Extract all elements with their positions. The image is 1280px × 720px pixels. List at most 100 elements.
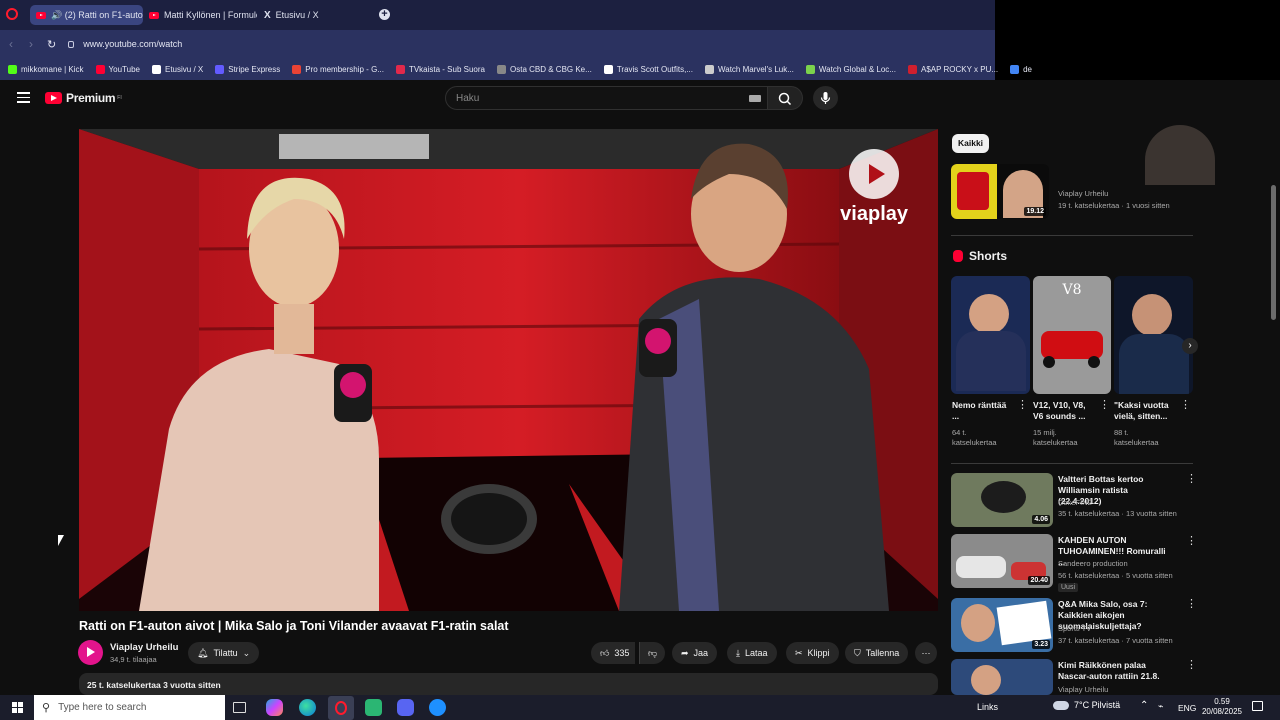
bookmark-item[interactable]: TVkaista - Sub Suora	[395, 64, 485, 74]
copilot-icon[interactable]	[266, 699, 283, 716]
discord-icon[interactable]	[397, 699, 414, 716]
channel-name[interactable]: Viaplay Urheilu	[110, 642, 178, 653]
video-player[interactable]: viaplay	[79, 129, 938, 611]
related-meta: 19 t. katselukertaa · 1 vuosi sitten	[1058, 201, 1170, 210]
browser-tab[interactable]: X Etusivu / X	[258, 5, 368, 25]
related-channel: Viaplay Urheilu	[1058, 685, 1109, 694]
related-title[interactable]: Kimi Räikkönen palaa Nascar-auton rattii…	[1058, 660, 1170, 682]
app-icon[interactable]	[429, 699, 446, 716]
network-icon[interactable]: ⌁	[1158, 701, 1163, 712]
shorts-icon	[953, 250, 963, 262]
new-tab-button[interactable]: +	[379, 9, 390, 20]
short-thumbnail[interactable]: V8	[1033, 276, 1111, 394]
more-icon[interactable]: ⋮	[1099, 400, 1110, 411]
short-views: 15 milj. katselukertaa	[1033, 428, 1078, 447]
related-channel: CokeFIN2	[1058, 498, 1092, 507]
more-icon[interactable]: ⋮	[1186, 474, 1197, 485]
menu-icon[interactable]	[17, 92, 30, 103]
bookmark-item[interactable]: Stripe Express	[215, 64, 280, 74]
kick-icon	[8, 64, 17, 74]
bookmark-item[interactable]: Etusivu / X	[151, 64, 203, 74]
cbd-icon	[497, 64, 506, 74]
clock[interactable]: 0.59 20/08/2025	[1200, 697, 1244, 717]
related-thumbnail[interactable]: 4.06	[951, 473, 1053, 527]
youtube-logo-icon	[45, 92, 62, 104]
voice-search-button[interactable]	[813, 86, 838, 110]
site-info-icon[interactable]	[68, 40, 75, 48]
search-button[interactable]	[768, 86, 803, 110]
chip-all[interactable]: Kaikki	[952, 134, 990, 153]
download-icon: ⤓	[736, 647, 740, 658]
bookmark-item[interactable]: YouTube	[95, 64, 140, 74]
bookmark-item[interactable]: Pro membership - G...	[292, 64, 384, 74]
taskbar-search-input[interactable]: ⚲ Type here to search	[34, 695, 225, 720]
download-button[interactable]: ⤓ Lataa	[727, 642, 777, 664]
divider	[951, 235, 1193, 236]
related-channel: Sportti TV	[1058, 624, 1092, 633]
related-thumbnail[interactable]	[951, 659, 1053, 695]
more-icon[interactable]: ⋮	[1186, 660, 1197, 671]
dislike-button[interactable]: 👎︎	[639, 642, 666, 664]
subscribe-button[interactable]: 🔔︎ Tilattu ⌄	[188, 642, 260, 664]
short-thumbnail[interactable]	[1114, 276, 1193, 394]
forward-icon[interactable]: ›	[29, 37, 33, 51]
related-thumbnail[interactable]: 19.12	[951, 164, 1049, 219]
bookmark-item[interactable]: A$AP ROCKY x PU...	[907, 64, 998, 74]
save-button[interactable]: ⛉ Tallenna	[845, 642, 909, 664]
browser-tab[interactable]: 🔊 (2) Ratti on F1-auton	[30, 5, 143, 25]
browser-tab[interactable]: Matti Kyllönen | Formulo	[143, 5, 257, 25]
bookmark-item[interactable]: Osta CBD & CBG Ke...	[497, 64, 592, 74]
clip-button[interactable]: ✂ Klippi	[786, 642, 839, 664]
notification-icon[interactable]	[1252, 701, 1263, 711]
like-button[interactable]: 👍︎ 335	[591, 642, 636, 664]
shorts-next-button[interactable]: ›	[1182, 338, 1198, 354]
global-icon	[805, 64, 815, 74]
reload-icon[interactable]: ↻	[47, 38, 56, 51]
mouse-cursor	[58, 535, 64, 546]
address-bar-row: ‹ › ↻ www.youtube.com/watch	[0, 30, 995, 58]
task-view-icon[interactable]	[233, 702, 246, 713]
channel-avatar[interactable]	[78, 640, 103, 665]
short-title[interactable]: V12, V10, V8, V6 sounds ...	[1033, 400, 1095, 422]
share-button[interactable]: ➦ Jaa	[672, 642, 718, 664]
bookmark-icon: ⛉	[854, 647, 861, 658]
app-icon[interactable]	[365, 699, 382, 716]
more-icon[interactable]: ⋮	[1186, 599, 1197, 610]
bookmark-item[interactable]: Watch Global & Loc...	[805, 64, 896, 74]
scrollbar[interactable]	[1271, 185, 1276, 320]
bookmark-item[interactable]: Watch Marvel's Luk...	[704, 64, 794, 74]
tray-chevron-icon[interactable]: ⌃	[1140, 700, 1148, 711]
edge-icon[interactable]	[299, 699, 316, 716]
bookmark-item[interactable]: de	[1010, 64, 1032, 74]
related-meta: 37 t. katselukertaa · 7 vuotta sitten	[1058, 636, 1173, 645]
bookmark-item[interactable]: mikkomane | Kick	[8, 64, 84, 74]
short-title[interactable]: Nemo ränttää ...	[952, 400, 1007, 422]
bookmark-item[interactable]: Travis Scott Outfits,...	[603, 64, 693, 74]
opera-icon[interactable]	[6, 8, 18, 20]
short-views: 88 t. katselukertaa	[1114, 428, 1159, 447]
opera-taskbar-icon[interactable]	[328, 696, 354, 720]
tvkaista-icon	[395, 64, 405, 74]
search-input[interactable]: Haku	[445, 86, 768, 110]
weather-widget[interactable]: 7°C Pilvistä	[1053, 700, 1120, 710]
keyboard-icon[interactable]	[749, 95, 761, 102]
links-toolbar[interactable]: Links	[977, 702, 998, 712]
more-icon[interactable]: ⋮	[1180, 400, 1191, 411]
back-icon[interactable]: ‹	[9, 37, 13, 51]
url-field[interactable]: www.youtube.com/watch	[83, 39, 182, 49]
related-meta: 35 t. katselukertaa · 13 vuotta sitten	[1058, 509, 1177, 518]
related-meta: 56 t. katselukertaa · 5 vuotta sitten	[1058, 571, 1173, 580]
youtube-icon	[36, 11, 46, 19]
more-icon[interactable]: ⋮	[1017, 400, 1028, 411]
windows-start-icon[interactable]	[12, 702, 23, 713]
short-title[interactable]: "Kaksi vuotta vielä, sitten...	[1114, 400, 1174, 422]
youtube-logo[interactable]: Premium FI	[45, 91, 122, 105]
short-thumbnail[interactable]	[951, 276, 1030, 394]
related-thumbnail[interactable]: 3.23	[951, 598, 1053, 652]
related-thumbnail[interactable]: 20.40	[951, 534, 1053, 588]
chevron-down-icon: ⌄	[242, 647, 251, 658]
more-icon[interactable]: ⋮	[1186, 536, 1197, 547]
description-box[interactable]: 25 t. katselukertaa 3 vuotta sitten	[79, 673, 938, 695]
language-indicator[interactable]: ENG	[1178, 703, 1196, 713]
more-actions-button[interactable]: ⋯	[915, 642, 937, 664]
